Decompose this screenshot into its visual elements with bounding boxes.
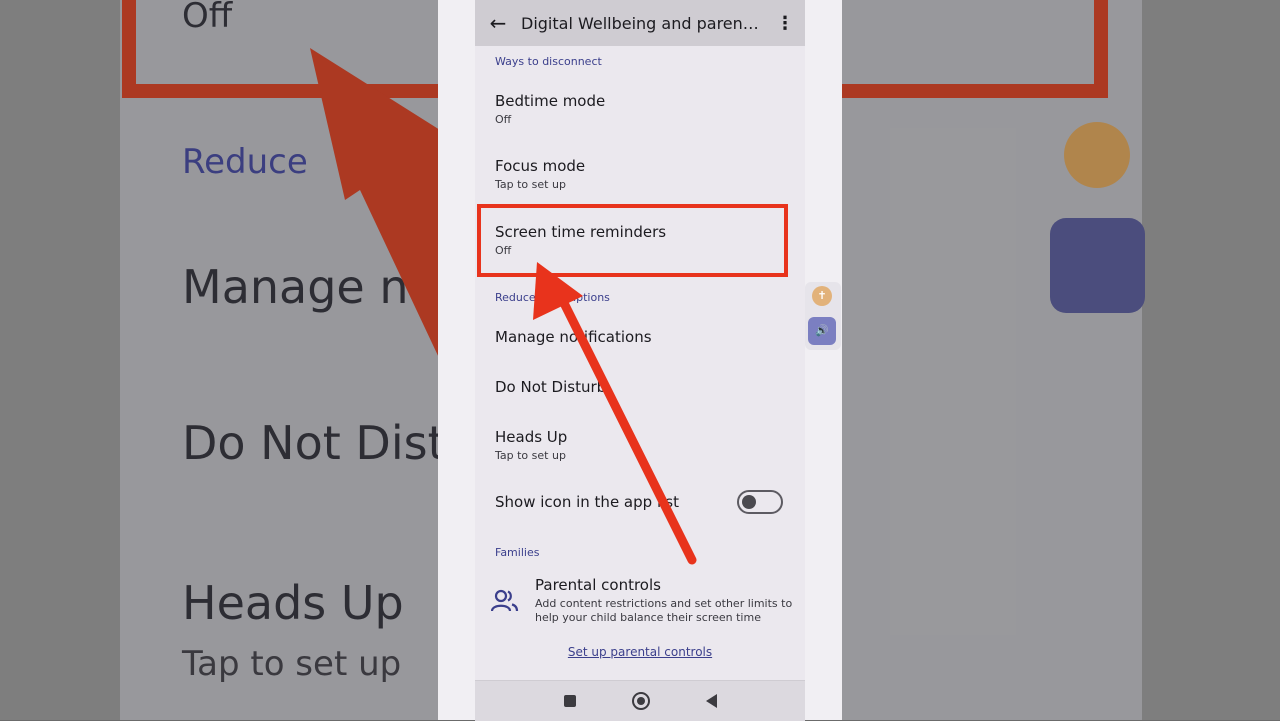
pointer-arrow bbox=[533, 262, 697, 565]
